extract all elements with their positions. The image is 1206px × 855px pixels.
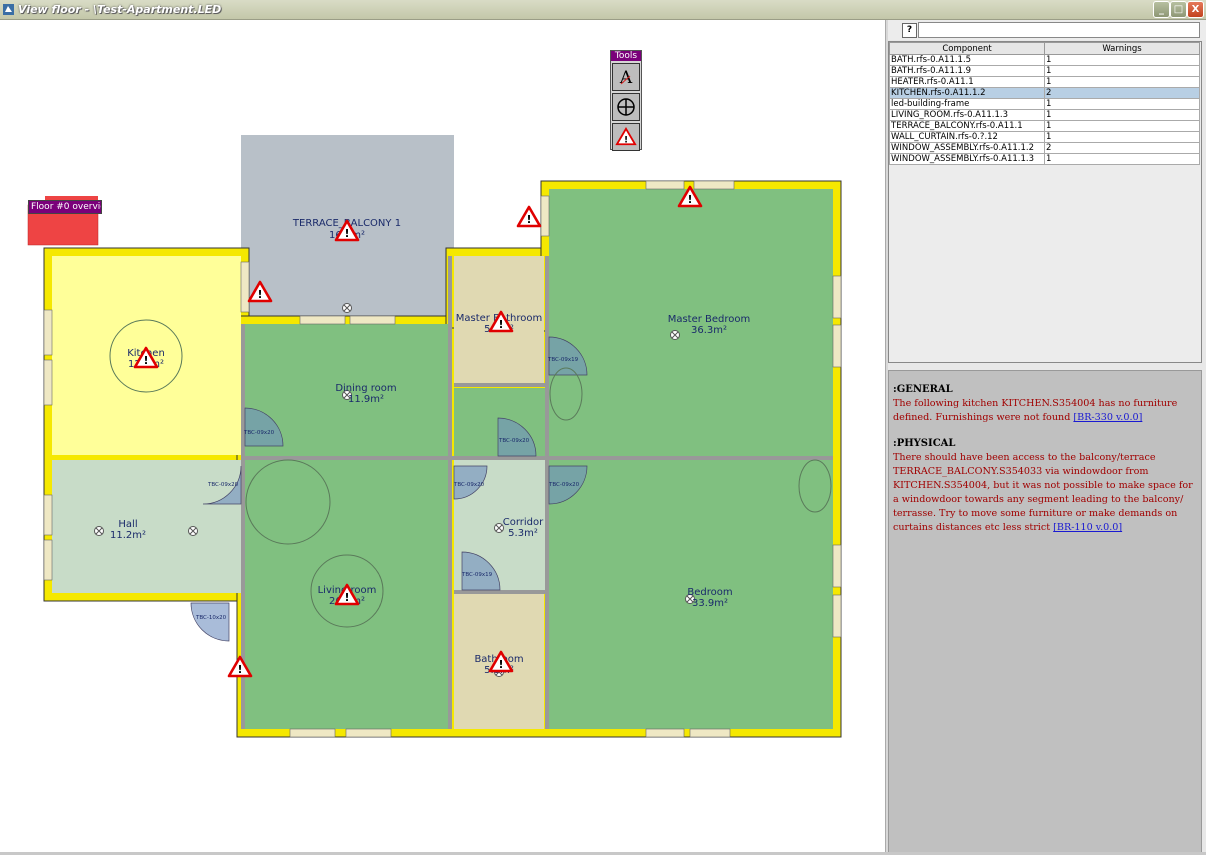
- component-table: Component Warnings BATH.rfs-0.A11.1.5 1 BA…: [889, 42, 1200, 165]
- component-table-container[interactable]: Component Warnings BATH.rfs-0.A11.1.5 1 BA…: [888, 41, 1202, 363]
- room-label-bedroom: Bedroom: [687, 587, 732, 598]
- window-title-bar[interactable]: View floor - \Test-Apartment.LED _ □ X: [0, 0, 1206, 20]
- component-cell: LIVING_ROOM.rfs-0.A11.1.3: [889, 109, 1045, 121]
- svg-text:A: A: [619, 68, 633, 87]
- general-rule-link[interactable]: [BR-330 v.0.0]: [1073, 412, 1142, 423]
- table-row[interactable]: led-building-frame 1: [889, 98, 1200, 110]
- table-row[interactable]: HEATER.rfs-0.A11.1 1: [889, 76, 1200, 88]
- table-row[interactable]: TERRACE_BALCONY.rfs-0.A11.1 1: [889, 120, 1200, 132]
- tools-palette: Tools A !: [610, 50, 642, 151]
- svg-text:36.3m²: 36.3m²: [691, 325, 727, 336]
- warning-icon: [516, 205, 542, 228]
- component-cell: BATH.rfs-0.A11.1.5: [889, 54, 1045, 66]
- zoom-extents-icon: [617, 98, 635, 116]
- warnings-cell: 1: [1044, 65, 1200, 77]
- table-row[interactable]: WINDOW_ASSEMBLY.rfs-0.A11.1.3 1: [889, 153, 1200, 165]
- right-panel: ? Component Warnings BATH.rfs-0.A11.1.5 1…: [888, 20, 1206, 855]
- warnings-cell: 1: [1044, 76, 1200, 88]
- warnings-cell: 1: [1044, 131, 1200, 143]
- floor-overview-label: Floor #0 overview: [28, 200, 102, 214]
- table-row[interactable]: BATH.rfs-0.A11.1.5 1: [889, 54, 1200, 66]
- room-hall[interactable]: [52, 460, 241, 593]
- app-icon: [3, 4, 14, 15]
- svg-text:5.3m²: 5.3m²: [508, 528, 538, 539]
- zoom-extents-button[interactable]: [612, 93, 640, 121]
- column-header-warnings[interactable]: Warnings: [1044, 42, 1200, 55]
- help-icon[interactable]: ?: [902, 23, 917, 38]
- text-tool-icon: A: [619, 68, 633, 87]
- floor-plan-canvas[interactable]: !: [0, 20, 885, 852]
- svg-text:!: !: [624, 135, 628, 145]
- component-cell: BATH.rfs-0.A11.1.9: [889, 65, 1045, 77]
- component-cell: TERRACE_BALCONY.rfs-0.A11.1: [889, 120, 1045, 132]
- message-panel: :GENERAL The following kitchen KITCHEN.S…: [888, 370, 1202, 854]
- table-row[interactable]: LIVING_ROOM.rfs-0.A11.1.3 1: [889, 109, 1200, 121]
- window-title: View floor - \Test-Apartment.LED: [18, 3, 222, 16]
- physical-rule-link[interactable]: [BR-110 v.0.0]: [1053, 522, 1122, 533]
- minimize-button[interactable]: _: [1153, 1, 1170, 18]
- floor-plan-svg[interactable]: !: [0, 20, 885, 852]
- close-button[interactable]: X: [1187, 1, 1204, 18]
- warnings-cell: 1: [1044, 153, 1200, 165]
- table-row[interactable]: BATH.rfs-0.A11.1.9 1: [889, 65, 1200, 77]
- text-tool-button[interactable]: A: [612, 63, 640, 91]
- warnings-cell: 1: [1044, 54, 1200, 66]
- component-cell: WALL_CURTAIN.rfs-0.?.12: [889, 131, 1045, 143]
- svg-text:33.9m²: 33.9m²: [692, 598, 728, 609]
- door-label: TBC-09x19: [547, 357, 579, 363]
- door-label: TBC-09x20: [243, 430, 275, 436]
- door-label: TBC-10x20: [195, 615, 227, 621]
- warnings-cell: 2: [1044, 87, 1200, 99]
- door-label: TBC-09x20: [453, 482, 485, 488]
- component-cell: HEATER.rfs-0.A11.1: [889, 76, 1045, 88]
- door-label: TBC-09x20: [498, 438, 530, 444]
- table-row[interactable]: WALL_CURTAIN.rfs-0.?.12 1: [889, 131, 1200, 143]
- warning-tool-button[interactable]: !: [612, 123, 640, 151]
- table-row[interactable]: WINDOW_ASSEMBLY.rfs-0.A11.1.2 2: [889, 142, 1200, 154]
- svg-text:11.2m²: 11.2m²: [110, 530, 146, 541]
- table-row[interactable]: KITCHEN.rfs-0.A11.1.2 2: [889, 87, 1200, 99]
- component-cell: led-building-frame: [889, 98, 1045, 110]
- maximize-button[interactable]: □: [1170, 1, 1187, 18]
- component-cell: KITCHEN.rfs-0.A11.1.2: [889, 87, 1045, 99]
- component-cell: WINDOW_ASSEMBLY.rfs-0.A11.1.3: [889, 153, 1045, 165]
- column-header-component[interactable]: Component: [889, 42, 1045, 55]
- panel-toolbar: ?: [888, 20, 1206, 40]
- physical-heading: :PHYSICAL: [893, 438, 956, 449]
- warnings-cell: 1: [1044, 98, 1200, 110]
- room-label-hall: Hall: [118, 519, 137, 530]
- component-cell: WINDOW_ASSEMBLY.rfs-0.A11.1.2: [889, 142, 1045, 154]
- room-label-corridor: Corridor: [503, 517, 544, 528]
- room-label-dining: Dining room: [335, 383, 396, 394]
- tools-title: Tools: [611, 51, 641, 61]
- physical-message: There should have been access to the bal…: [893, 452, 1193, 533]
- door-label: TBC-09x20: [207, 482, 239, 488]
- warnings-cell: 2: [1044, 142, 1200, 154]
- warning-tool-icon: !: [615, 127, 637, 145]
- room-label-master-bedroom: Master Bedroom: [668, 314, 751, 325]
- warnings-cell: 1: [1044, 120, 1200, 132]
- door-label: TBC-09x20: [548, 482, 580, 488]
- general-heading: :GENERAL: [893, 384, 953, 395]
- warnings-cell: 1: [1044, 109, 1200, 121]
- svg-text:11.9m²: 11.9m²: [348, 394, 384, 405]
- door-label: TBC-09x19: [461, 572, 493, 578]
- filter-input[interactable]: [918, 22, 1200, 38]
